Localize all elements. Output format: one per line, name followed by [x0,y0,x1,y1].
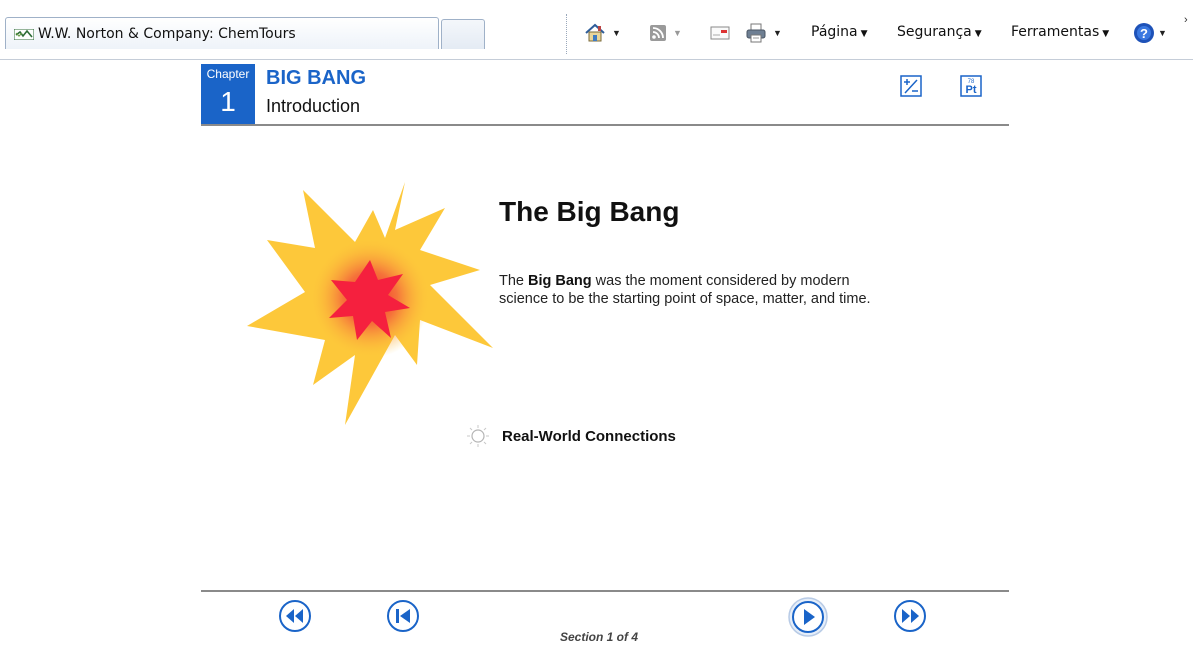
rss-feed-icon [650,25,666,41]
header-divider [201,124,1009,126]
tools-menu[interactable]: Ferramentas ▼ [1011,24,1109,40]
lightbulb-icon [467,425,489,447]
security-dropdown-icon: ▼ [974,29,982,39]
intro-paragraph: The Big Bang was the moment considered b… [499,273,871,307]
toolbar-divider [0,59,1193,60]
page-menu[interactable]: Página ▼ [811,24,868,40]
chapter-subtitle: Introduction [266,96,361,116]
feeds-dropdown-icon[interactable]: ▼ [673,28,682,38]
footer-divider [201,590,1009,592]
calculator-icon[interactable] [900,75,922,97]
toolbar-separator [566,14,568,54]
home-icon [585,23,605,42]
svg-text:?: ? [1140,26,1148,41]
section-indicator: Section 1 of 4 [560,630,639,644]
norton-favicon-icon [14,29,34,40]
print-button[interactable]: ▼ [745,22,782,44]
chapter-title: BIG BANG [266,67,366,89]
read-mail-button[interactable] [710,22,730,44]
help-button[interactable]: ? ▼ [1133,22,1167,44]
chapter-number: 1 [220,86,236,117]
new-tab-button[interactable] [441,19,485,49]
svg-text:Pt: Pt [966,84,977,96]
print-dropdown-icon[interactable]: ▼ [773,28,782,38]
chapter-label: Chapter [206,67,250,81]
periodic-table-icon[interactable]: 78 Pt [960,75,982,97]
home-dropdown-icon[interactable]: ▼ [612,28,621,38]
big-bang-explosion-icon [247,182,493,425]
key-term: Big Bang [528,273,592,289]
home-button[interactable]: ▼ [584,22,621,44]
chapter-badge: Chapter 1 [201,64,255,125]
print-icon [746,23,766,43]
browser-toolbar: W.W. Norton & Company: ChemTours ▼ ▼ ▼ P… [0,0,1193,60]
fast-forward-icon[interactable] [893,599,927,633]
rewind-icon[interactable] [278,599,312,633]
help-dropdown-icon[interactable]: ▼ [1158,28,1167,38]
toolbar-overflow-chevron-icon[interactable]: › [1184,14,1188,26]
real-world-connections-label: Real-World Connections [502,427,676,445]
browser-tab[interactable]: W.W. Norton & Company: ChemTours [5,17,439,49]
browser-tab-title: W.W. Norton & Company: ChemTours [38,26,296,42]
feeds-button[interactable]: ▼ [649,22,682,44]
read-mail-icon [710,26,730,40]
first-section-icon[interactable] [386,599,420,633]
security-menu[interactable]: Segurança ▼ [897,24,982,40]
real-world-connections-link[interactable]: Real-World Connections [466,424,676,448]
help-icon: ? [1134,23,1154,43]
page-dropdown-icon: ▼ [860,29,868,39]
play-icon[interactable] [788,597,828,637]
tools-dropdown-icon: ▼ [1102,29,1110,39]
section-heading: The Big Bang [499,196,680,227]
